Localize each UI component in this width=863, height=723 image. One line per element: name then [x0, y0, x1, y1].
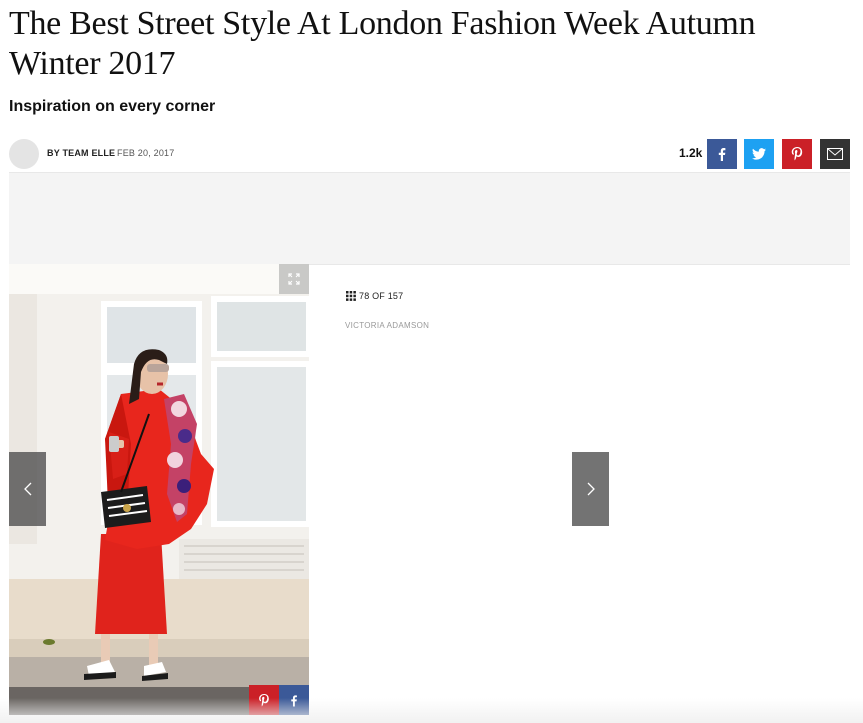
article-subtitle: Inspiration on every corner	[9, 98, 216, 115]
facebook-icon	[718, 148, 726, 161]
pinterest-share-button[interactable]	[782, 139, 812, 169]
gallery-counter[interactable]: 78 OF 157	[346, 291, 403, 301]
byline-row: BY TEAM ELLE FEB 20, 2017 1.2k	[9, 137, 850, 169]
expand-button[interactable]	[279, 264, 309, 294]
photo-credit: VICTORIA ADAMSON	[345, 321, 430, 330]
share-count: 1.2k	[679, 146, 703, 160]
gallery-photo[interactable]	[9, 264, 309, 715]
facebook-share-button[interactable]	[707, 139, 737, 169]
street-style-image	[9, 264, 309, 715]
publish-date: FEB 20, 2017	[117, 148, 175, 158]
pinterest-icon	[791, 147, 803, 161]
email-share-button[interactable]	[820, 139, 850, 169]
bottom-fade	[0, 698, 863, 723]
author-avatar[interactable]	[9, 139, 39, 169]
expand-icon	[288, 273, 300, 285]
chevron-left-icon	[23, 482, 31, 496]
grid-icon	[346, 291, 356, 301]
ad-placeholder	[9, 172, 850, 265]
twitter-icon	[752, 148, 766, 160]
author-name[interactable]: BY TEAM ELLE	[47, 148, 115, 158]
mail-icon	[827, 148, 843, 160]
previous-slide-button[interactable]	[9, 452, 46, 526]
next-slide-button[interactable]	[572, 452, 609, 526]
counter-text: 78 OF 157	[359, 291, 404, 301]
chevron-right-icon	[587, 482, 595, 496]
twitter-share-button[interactable]	[744, 139, 774, 169]
article-title: The Best Street Style At London Fashion …	[9, 5, 756, 82]
